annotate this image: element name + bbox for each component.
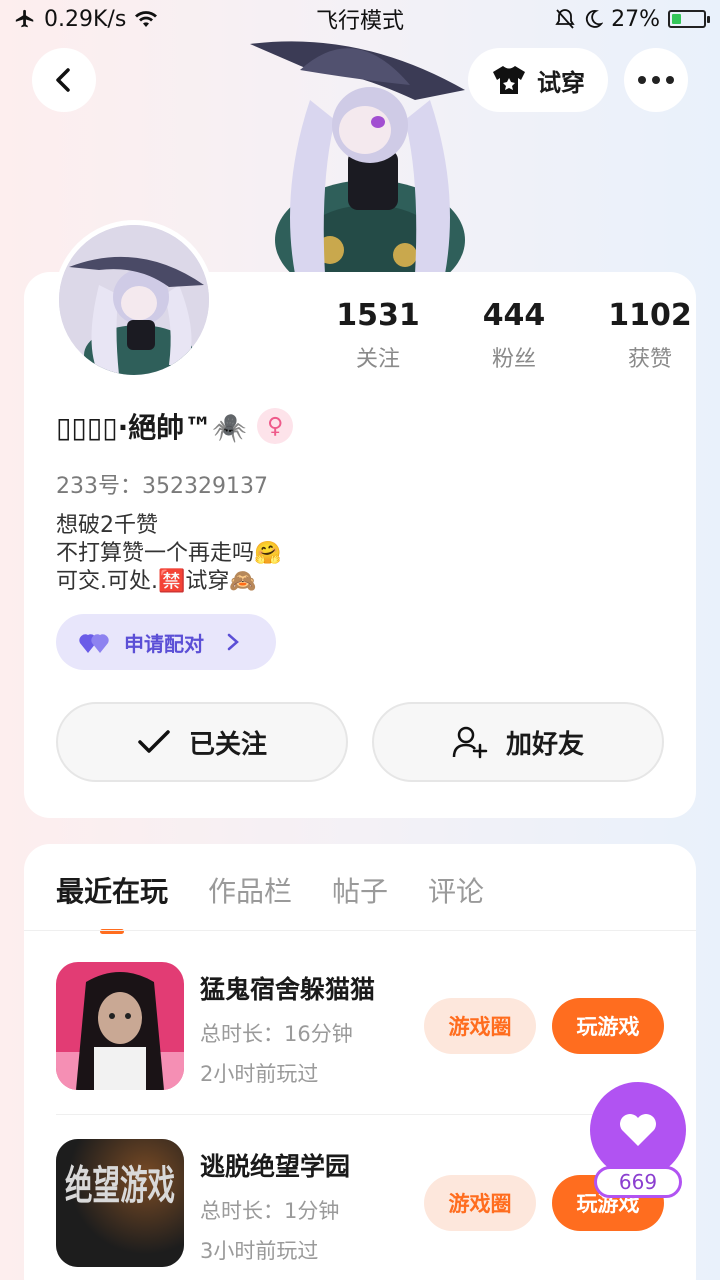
game-icon-text: 绝望游戏 bbox=[65, 1163, 175, 1209]
floating-like-button[interactable] bbox=[590, 1082, 686, 1178]
status-right: 27% bbox=[555, 6, 710, 32]
pair-label: 申请配对 bbox=[124, 631, 204, 656]
airplane-icon bbox=[15, 9, 34, 28]
double-heart-icon bbox=[79, 634, 109, 653]
game-title: 逃脱绝望学园 bbox=[200, 1152, 351, 1181]
battery-fill bbox=[672, 14, 682, 24]
stat-likes-value: 1102 bbox=[608, 298, 692, 333]
followed-button[interactable]: 已关注 bbox=[56, 702, 348, 782]
followed-label: 已关注 bbox=[188, 729, 267, 760]
avatar[interactable] bbox=[54, 220, 214, 380]
bio-line: 想破2千赞 bbox=[56, 513, 158, 538]
gender-female-icon: ♀ bbox=[257, 408, 294, 444]
game-circle-button[interactable]: 游戏圈 bbox=[424, 998, 536, 1054]
game-circle-button[interactable]: 游戏圈 bbox=[424, 1175, 536, 1231]
tshirt-icon bbox=[493, 66, 525, 94]
game-row[interactable]: 猛鬼宿舍躲猫猫 总时长：16分钟 2小时前玩过 游戏圈 玩游戏 bbox=[56, 962, 664, 1092]
tab-label: 帖子 bbox=[332, 875, 389, 908]
add-user-icon bbox=[452, 726, 488, 759]
chevron-left-icon bbox=[56, 68, 70, 92]
more-button[interactable] bbox=[624, 48, 688, 112]
bell-muted-icon bbox=[555, 9, 575, 29]
add-friend-button[interactable]: 加好友 bbox=[372, 702, 664, 782]
tab-recent-games[interactable]: 最近在玩 bbox=[56, 870, 169, 934]
divider bbox=[56, 1114, 664, 1115]
like-count-badge: 669 bbox=[594, 1166, 682, 1198]
game-duration: 总时长：1分钟 bbox=[200, 1199, 340, 1223]
add-friend-label: 加好友 bbox=[505, 729, 584, 760]
net-speed: 0.29K/s bbox=[44, 6, 127, 32]
check-icon bbox=[138, 730, 170, 753]
game-info: 猛鬼宿舍躲猫猫 总时长：16分钟 2小时前玩过 bbox=[200, 970, 400, 1088]
user-id: 233号：352329137 bbox=[56, 474, 268, 499]
bio-line: 可交.可处.🈲试穿🙈 bbox=[56, 569, 257, 594]
pair-request-button[interactable]: 申请配对 bbox=[56, 614, 276, 670]
stats-row: 1531 关注 444 粉丝 1102 获赞 bbox=[310, 298, 718, 373]
stat-fans[interactable]: 444 粉丝 bbox=[446, 298, 582, 373]
divider bbox=[24, 930, 696, 931]
chevron-right-icon bbox=[227, 633, 239, 651]
more-dots-icon bbox=[638, 76, 674, 84]
try-on-button[interactable]: 试穿 bbox=[468, 48, 608, 112]
username: ▯▯▯▯·絕帥™🕷️ bbox=[56, 411, 248, 444]
play-game-button[interactable]: 玩游戏 bbox=[552, 998, 664, 1054]
moon-icon bbox=[586, 10, 604, 28]
stat-likes-label: 获赞 bbox=[627, 347, 672, 372]
wifi-icon bbox=[135, 11, 158, 27]
status-left: 0.29K/s bbox=[14, 7, 158, 32]
stat-following[interactable]: 1531 关注 bbox=[310, 298, 446, 373]
stat-following-value: 1531 bbox=[336, 298, 420, 333]
game-last-played: 2小时前玩过 bbox=[200, 1062, 319, 1086]
try-on-label: 试穿 bbox=[537, 68, 585, 97]
tab-label: 作品栏 bbox=[208, 875, 293, 908]
games-card: 最近在玩 作品栏 帖子 评论 猛鬼宿舍躲猫猫 总时长：16分钟 2小时前玩过 游… bbox=[24, 844, 696, 1280]
game-icon[interactable]: 绝望游戏 bbox=[56, 1139, 184, 1267]
tab-works[interactable]: 作品栏 bbox=[208, 870, 292, 910]
name-row: ▯▯▯▯·絕帥™🕷️ ♀ bbox=[56, 406, 294, 446]
game-last-played: 3小时前玩过 bbox=[200, 1239, 319, 1263]
game-duration: 总时长：16分钟 bbox=[200, 1022, 353, 1046]
banner-character-image bbox=[250, 41, 465, 274]
stat-likes[interactable]: 1102 获赞 bbox=[582, 298, 718, 373]
back-button[interactable] bbox=[32, 48, 96, 112]
tab-label: 评论 bbox=[428, 875, 485, 908]
game-info: 逃脱绝望学园 总时长：1分钟 3小时前玩过 bbox=[200, 1147, 400, 1265]
game-title: 猛鬼宿舍躲猫猫 bbox=[200, 975, 376, 1004]
bio: 想破2千赞 不打算赞一个再走吗🤗 可交.可处.🈲试穿🙈 bbox=[56, 512, 281, 596]
stat-fans-label: 粉丝 bbox=[491, 347, 536, 372]
tab-label: 最近在玩 bbox=[56, 875, 169, 908]
stat-following-label: 关注 bbox=[355, 347, 400, 372]
battery-icon bbox=[668, 10, 710, 28]
bio-line: 不打算赞一个再走吗🤗 bbox=[56, 541, 282, 566]
battery-percent: 27% bbox=[611, 6, 660, 32]
stat-fans-value: 444 bbox=[482, 298, 546, 333]
game-icon[interactable] bbox=[56, 962, 184, 1090]
game-row[interactable]: 绝望游戏 逃脱绝望学园 总时长：1分钟 3小时前玩过 游戏圈 玩游戏 bbox=[56, 1139, 664, 1269]
tab-posts[interactable]: 帖子 bbox=[332, 870, 388, 910]
tab-comments[interactable]: 评论 bbox=[428, 870, 484, 910]
heart-icon bbox=[620, 1114, 656, 1146]
profile-tabs: 最近在玩 作品栏 帖子 评论 bbox=[56, 870, 484, 934]
